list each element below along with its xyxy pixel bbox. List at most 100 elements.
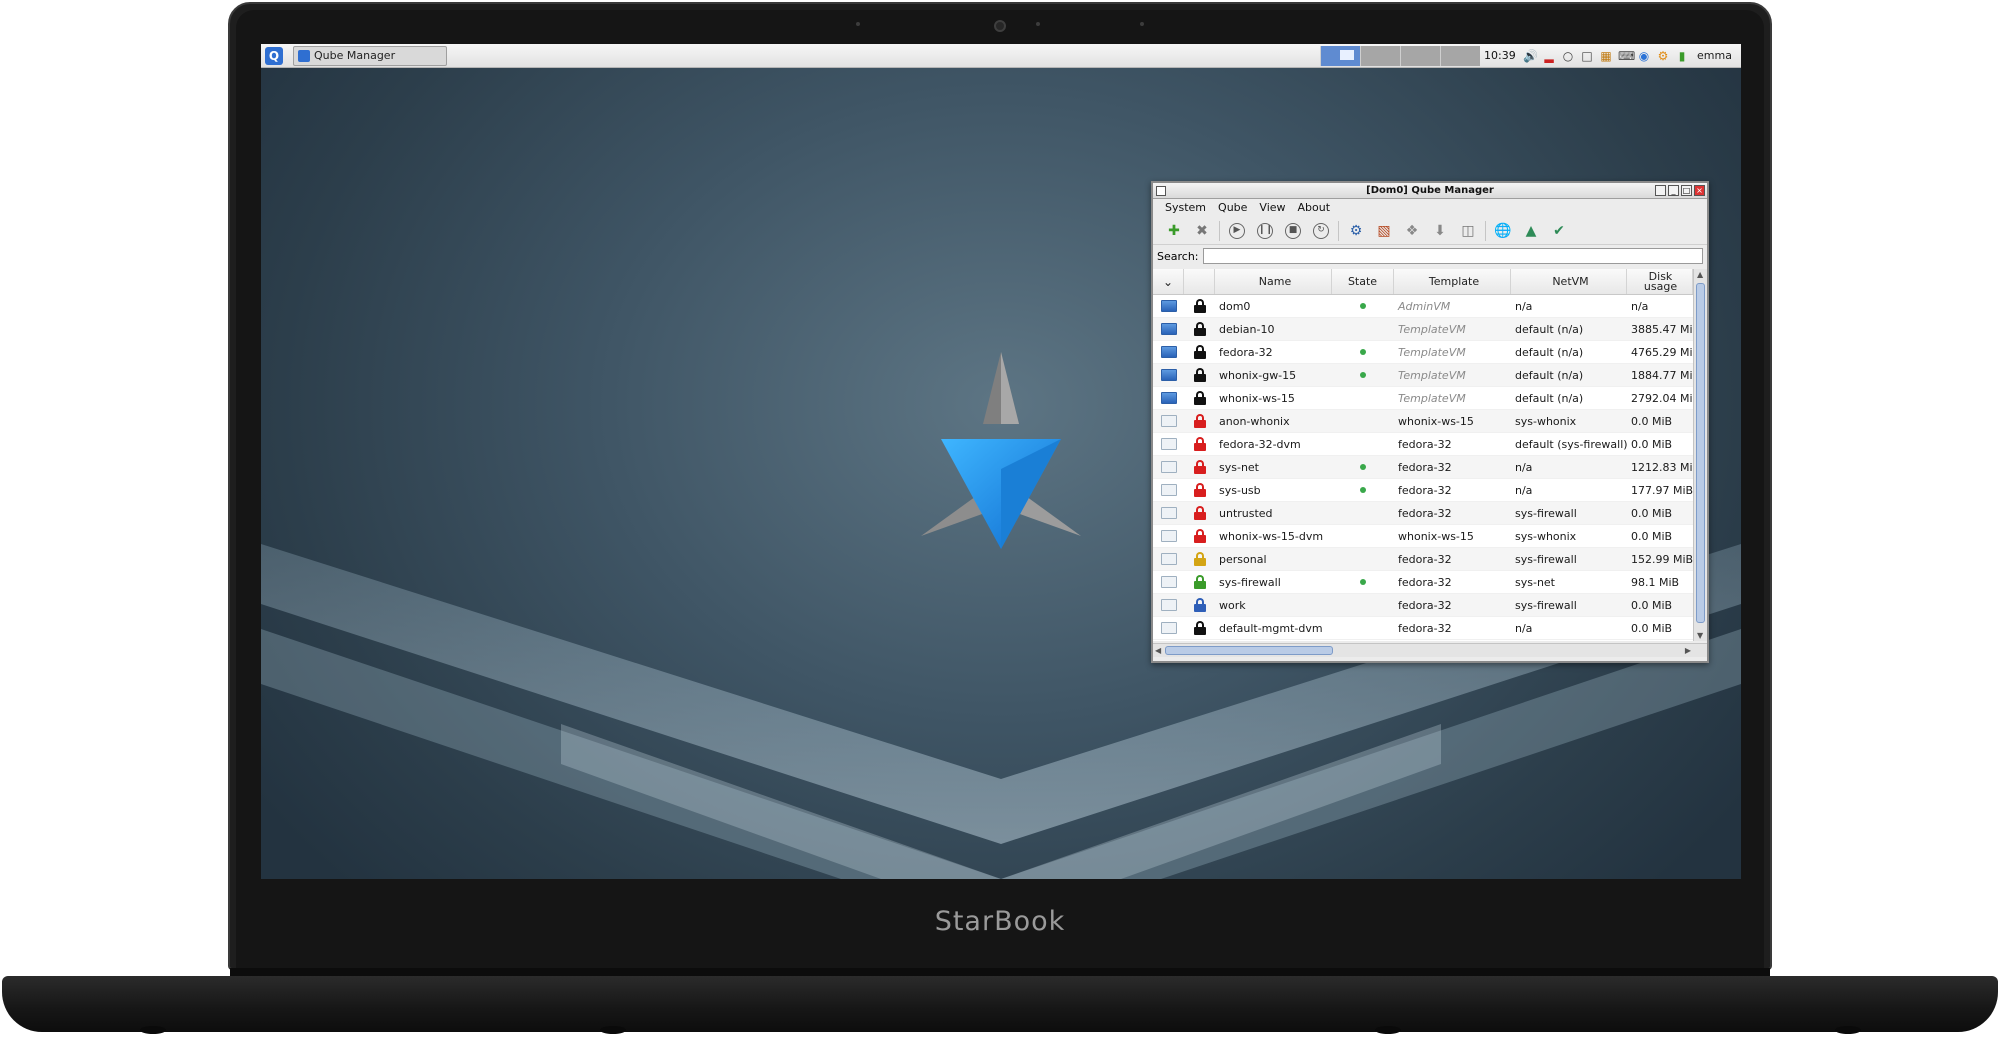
table-row[interactable]: sys-usb fedora-32 n/a 177.97 MiB — [1153, 479, 1693, 502]
lock-icon — [1193, 575, 1206, 589]
panel-clock[interactable]: 10:39 — [1484, 44, 1516, 68]
table-row[interactable]: debian-10 TemplateVM default (n/a) 3885.47 … — [1153, 318, 1693, 341]
workspace-1[interactable] — [1320, 46, 1360, 66]
qube-netvm: default (n/a) — [1515, 368, 1584, 382]
menu-system[interactable]: System — [1161, 199, 1210, 217]
table-row[interactable]: work fedora-32 sys-firewall 0.0 MiB — [1153, 594, 1693, 617]
devices-icon[interactable]: ○ — [1561, 48, 1575, 64]
qube-state-cell — [1332, 456, 1394, 478]
shade-button[interactable] — [1655, 185, 1666, 196]
backup-button[interactable]: ▲ — [1520, 220, 1542, 242]
vertical-scrollbar[interactable]: ▲ ▼ — [1693, 269, 1707, 641]
template-qube-icon — [1160, 323, 1177, 335]
taskbar-item-qube-manager[interactable]: Qube Manager — [293, 46, 447, 66]
column-header-disk-usage[interactable]: Disk usage — [1627, 269, 1693, 294]
toolbar: ✚ ✖ ▶ ❙❙ ■ ↻ ⚙ ▧ ❖ ⬇ ◫ 🌐 ▲ ✔ — [1153, 217, 1707, 245]
workspace-4[interactable] — [1440, 46, 1480, 66]
table-row[interactable]: fedora-32 TemplateVM default (n/a) 4765.29 … — [1153, 341, 1693, 364]
template-button[interactable]: ❖ — [1401, 220, 1423, 242]
column-header-template[interactable]: Template — [1394, 269, 1511, 294]
scrollbar-thumb[interactable] — [1165, 646, 1333, 655]
table-row[interactable]: personal fedora-32 sys-firewall 152.99 MiB — [1153, 548, 1693, 571]
update-icon: ⬇ — [1434, 222, 1446, 239]
app-menu-button[interactable]: Q — [265, 47, 283, 65]
table-row[interactable]: untrusted fedora-32 sys-firewall 0.0 MiB — [1153, 502, 1693, 525]
remove-qube-icon: ✖ — [1196, 222, 1208, 239]
table-row[interactable]: dom0 AdminVM n/a n/a — [1153, 295, 1693, 318]
network-signal-icon[interactable]: ▂ — [1542, 48, 1556, 64]
table-row[interactable]: whonix-gw-15 TemplateVM default (n/a) 1884.… — [1153, 364, 1693, 387]
column-header-label[interactable] — [1184, 269, 1215, 294]
qube-template: whonix-ws-15 — [1398, 414, 1474, 428]
window-title: [Dom0] Qube Manager — [1366, 185, 1494, 196]
clipboard-icon[interactable]: □ — [1580, 48, 1594, 64]
qube-template: fedora-32 — [1398, 483, 1452, 497]
menu-qube[interactable]: Qube — [1214, 199, 1251, 217]
settings-gear-icon[interactable]: ⚙ — [1656, 48, 1670, 64]
horizontal-scrollbar[interactable]: ◀ ▶ — [1153, 643, 1707, 657]
scroll-right-icon[interactable]: ▶ — [1685, 646, 1691, 655]
console-icon: ◫ — [1461, 222, 1475, 239]
lock-icon — [1193, 437, 1206, 451]
workspace-3[interactable] — [1400, 46, 1440, 66]
pause-button[interactable]: ❙❙ — [1254, 220, 1276, 242]
qube-table: ⌄ Name State Template NetVM Disk usage d… — [1153, 269, 1693, 641]
start-button[interactable]: ▶ — [1226, 220, 1248, 242]
firewall-button[interactable]: ▧ — [1373, 220, 1395, 242]
menu-about[interactable]: About — [1294, 199, 1335, 217]
qube-state-cell — [1332, 594, 1394, 616]
search-input[interactable] — [1202, 248, 1703, 264]
settings-button[interactable]: ⚙ — [1345, 220, 1367, 242]
qube-state-cell — [1332, 502, 1394, 524]
restore-button[interactable]: ✔ — [1548, 220, 1570, 242]
qube-template: fedora-32 — [1398, 598, 1452, 612]
start-icon: ▶ — [1229, 222, 1245, 239]
qube-type-cell — [1153, 387, 1184, 409]
updates-icon[interactable]: ◉ — [1637, 48, 1651, 64]
menu-view[interactable]: View — [1255, 199, 1289, 217]
close-button[interactable]: × — [1694, 185, 1705, 196]
table-row[interactable]: whonix-ws-15-dvm whonix-ws-15 sys-whonix 0.… — [1153, 525, 1693, 548]
table-row[interactable]: fedora-32-dvm fedora-32 default (sys-firew… — [1153, 433, 1693, 456]
window-titlebar[interactable]: [Dom0] Qube Manager _ □ × — [1153, 183, 1707, 199]
table-row[interactable]: default-mgmt-dvm fedora-32 n/a 0.0 MiB — [1153, 617, 1693, 640]
qube-netvm: default (n/a) — [1515, 391, 1584, 405]
column-header-state[interactable]: State — [1332, 269, 1394, 294]
create-qube-button[interactable]: ✚ — [1163, 220, 1185, 242]
shutdown-button[interactable]: ■ — [1282, 220, 1304, 242]
table-row[interactable]: whonix-ws-15 TemplateVM default (n/a) 2792.… — [1153, 387, 1693, 410]
maximize-button[interactable]: □ — [1681, 185, 1692, 196]
minimize-button[interactable]: _ — [1668, 185, 1679, 196]
console-button[interactable]: ◫ — [1457, 220, 1479, 242]
column-header-type[interactable]: ⌄ — [1153, 269, 1184, 294]
scroll-left-icon[interactable]: ◀ — [1155, 646, 1161, 655]
column-header-name[interactable]: Name — [1215, 269, 1332, 294]
keyboard-icon[interactable]: ⌨ — [1618, 48, 1635, 64]
scroll-down-icon[interactable]: ▼ — [1697, 631, 1703, 640]
table-row[interactable]: anon-whonix whonix-ws-15 sys-whonix 0.0 MiB — [1153, 410, 1693, 433]
battery-icon[interactable]: ▮ — [1675, 48, 1689, 64]
lock-icon — [1193, 414, 1206, 428]
scroll-up-icon[interactable]: ▲ — [1697, 270, 1703, 279]
global-settings-button[interactable]: 🌐 — [1492, 220, 1514, 242]
remove-qube-button[interactable]: ✖ — [1191, 220, 1213, 242]
qube-state-cell — [1332, 548, 1394, 570]
workspace-switcher[interactable] — [1320, 46, 1480, 66]
user-name[interactable]: emma — [1697, 44, 1732, 68]
app-qube-icon — [1160, 576, 1177, 588]
qubes-domains-icon[interactable]: ▦ — [1599, 48, 1613, 64]
table-row[interactable]: sys-net fedora-32 n/a 1212.83 MiB — [1153, 456, 1693, 479]
qube-state-cell — [1332, 410, 1394, 432]
qube-name: whonix-ws-15-dvm — [1219, 529, 1324, 543]
system-tray: 🔊 ▂ ○ □ ▦ ⌨ ◉ ⚙ ▮ — [1523, 48, 1689, 64]
column-header-netvm[interactable]: NetVM — [1511, 269, 1627, 294]
qube-netvm: sys-firewall — [1515, 506, 1577, 520]
qube-state-cell — [1332, 318, 1394, 340]
scrollbar-thumb[interactable] — [1696, 283, 1705, 623]
volume-icon[interactable]: 🔊 — [1523, 48, 1538, 64]
restart-button[interactable]: ↻ — [1310, 220, 1332, 242]
table-row[interactable]: sys-firewall fedora-32 sys-net 98.1 MiB — [1153, 571, 1693, 594]
workspace-2[interactable] — [1360, 46, 1400, 66]
qube-template: AdminVM — [1398, 299, 1451, 313]
update-button[interactable]: ⬇ — [1429, 220, 1451, 242]
